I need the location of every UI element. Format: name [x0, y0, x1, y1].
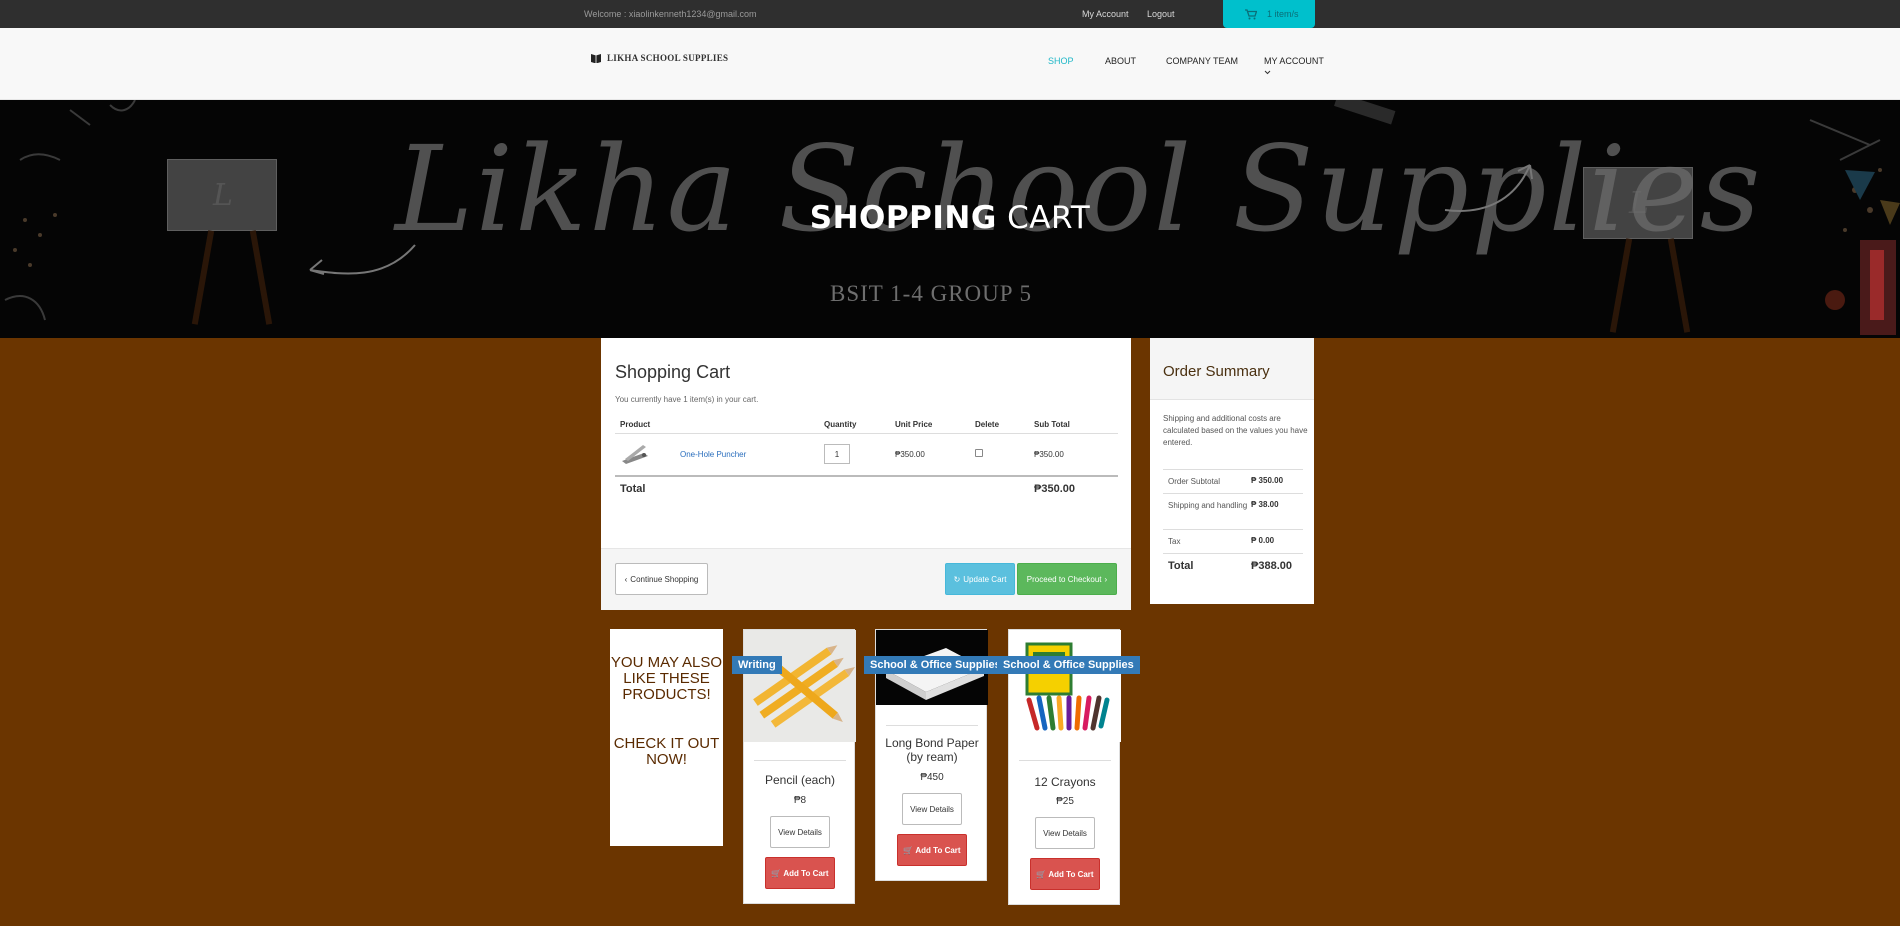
shopping-cart-panel: Shopping Cart You currently have 1 item(… [601, 338, 1131, 610]
refresh-icon: ↻ [953, 574, 961, 584]
summary-row-total: Total ₱388.00 [1163, 553, 1303, 581]
order-summary-title: Order Summary [1163, 363, 1270, 380]
hole-puncher-thumbnail [622, 445, 648, 465]
header-sub-total: Sub Total [1029, 416, 1118, 434]
cart-actions-bar: ‹ Continue Shopping ↻ Update Cart Procee… [601, 548, 1131, 610]
promo-call-to-action: CHECK IT OUT NOW! [613, 735, 720, 768]
cart-icon: 🛒 [903, 845, 914, 855]
nav-company-team[interactable]: COMPANY TEAM [1166, 56, 1238, 66]
cart-button[interactable]: 1 item/s [1223, 0, 1315, 28]
main-navbar: LIKHA SCHOOL SUPPLIES SHOP ABOUT COMPANY… [0, 28, 1900, 100]
category-badge: Writing [732, 656, 782, 674]
chevron-left-icon: ‹ [624, 574, 628, 584]
swoosh-arrow-left [309, 244, 416, 275]
header-product: Product [615, 416, 819, 434]
row-subtotal: ₱350.00 [1029, 433, 1118, 476]
product-card: School & Office Supplies Long Bond Paper… [864, 629, 1007, 881]
page-title: SHOPPING CART [809, 200, 1091, 236]
product-card: School & Office Supplies 12 Crayons ₱25 … [997, 629, 1140, 905]
cart-icon: 🛒 [1036, 869, 1047, 879]
category-badge: School & Office Supplies [997, 656, 1140, 674]
add-to-cart-button[interactable]: 🛒 Add To Cart [897, 834, 967, 866]
cart-table: Product Quantity Unit Price Delete Sub T… [615, 416, 1118, 502]
add-to-cart-button[interactable]: 🛒 Add To Cart [765, 857, 835, 889]
cart-icon: 🛒 [771, 868, 782, 878]
header-unit-price: Unit Price [890, 416, 970, 434]
chevron-right-icon: › [1104, 574, 1108, 584]
cart-product-link[interactable]: One-Hole Puncher [680, 450, 746, 459]
add-to-cart-button[interactable]: 🛒 Add To Cart [1030, 858, 1100, 890]
category-badge: School & Office Supplies [864, 656, 1007, 674]
cart-count: 1 item/s [1267, 9, 1299, 19]
product-price: ₱450 [920, 772, 944, 783]
quantity-input[interactable]: 1 [824, 444, 850, 465]
view-details-button[interactable]: View Details [1035, 817, 1095, 849]
cart-title: Shopping Cart [615, 362, 731, 382]
logout-link[interactable]: Logout [1147, 9, 1175, 19]
site-logo[interactable]: LIKHA SCHOOL SUPPLIES [590, 53, 728, 63]
summary-row-subtotal: Order Subtotal ₱ 350.00 [1163, 469, 1303, 493]
product-price: ₱25 [1056, 796, 1074, 807]
product-name: Pencil (each) [764, 773, 836, 787]
promo-heading: YOU MAY ALSO LIKE THESE PRODUCTS! [610, 654, 723, 703]
chevron-down-icon [1264, 70, 1271, 75]
summary-row-tax: Tax ₱ 0.00 [1163, 529, 1303, 553]
view-details-button[interactable]: View Details [902, 793, 962, 825]
delete-checkbox[interactable] [975, 449, 983, 458]
update-cart-button[interactable]: ↻ Update Cart [945, 563, 1015, 595]
nav-my-account[interactable]: MY ACCOUNT [1264, 56, 1324, 66]
product-price: ₱8 [793, 795, 807, 806]
table-row: One-Hole Puncher 1 ₱350.00 ₱350.00 [615, 433, 1118, 476]
view-details-button[interactable]: View Details [770, 816, 830, 848]
unit-price: ₱350.00 [890, 433, 970, 476]
hero-script-text: Likha School Supplies [395, 120, 1763, 258]
order-summary-panel: Order Summary Shipping and additional co… [1150, 338, 1314, 604]
hero-banner: L L Likha School Supplies SHOPPING CART … [0, 100, 1900, 338]
continue-shopping-button[interactable]: ‹ Continue Shopping [615, 563, 708, 595]
product-name: 12 Crayons [1034, 775, 1096, 789]
crayons-product-image[interactable] [1009, 630, 1121, 742]
header-quantity: Quantity [819, 416, 890, 434]
top-bar: Welcome : xiaolinkenneth1234@gmail.com M… [0, 0, 1900, 28]
welcome-text: Welcome : xiaolinkenneth1234@gmail.com [584, 9, 757, 19]
pencil-product-image[interactable] [744, 630, 856, 742]
book-icon [591, 54, 601, 63]
proceed-to-checkout-button[interactable]: Proceed to Checkout › [1017, 563, 1117, 595]
cart-icon [1245, 8, 1257, 19]
header-delete: Delete [970, 416, 1029, 434]
summary-note: Shipping and additional costs are calcul… [1163, 414, 1308, 447]
total-label: Total [615, 474, 819, 502]
nav-about[interactable]: ABOUT [1105, 56, 1136, 66]
product-name: Long Bond Paper (by ream) [885, 736, 979, 764]
my-account-link[interactable]: My Account [1082, 9, 1129, 19]
product-card: Writing Pencil (each) ₱8 View Details 🛒 A… [732, 629, 856, 904]
cart-total-row: Total ₱350.00 [615, 474, 1118, 502]
cart-table-header: Product Quantity Unit Price Delete Sub T… [615, 416, 1118, 434]
cart-item-count-text: You currently have 1 item(s) in your car… [615, 395, 759, 404]
total-value: ₱350.00 [1029, 474, 1118, 502]
nav-shop[interactable]: SHOP [1048, 56, 1074, 66]
summary-row-shipping: Shipping and handling ₱ 38.00 [1163, 493, 1303, 529]
hero-subtitle: BSIT 1-4 GROUP 5 [830, 281, 1032, 306]
logo-text: LIKHA SCHOOL SUPPLIES [607, 53, 729, 63]
recommendations-promo-box: YOU MAY ALSO LIKE THESE PRODUCTS! CHECK … [610, 629, 723, 846]
